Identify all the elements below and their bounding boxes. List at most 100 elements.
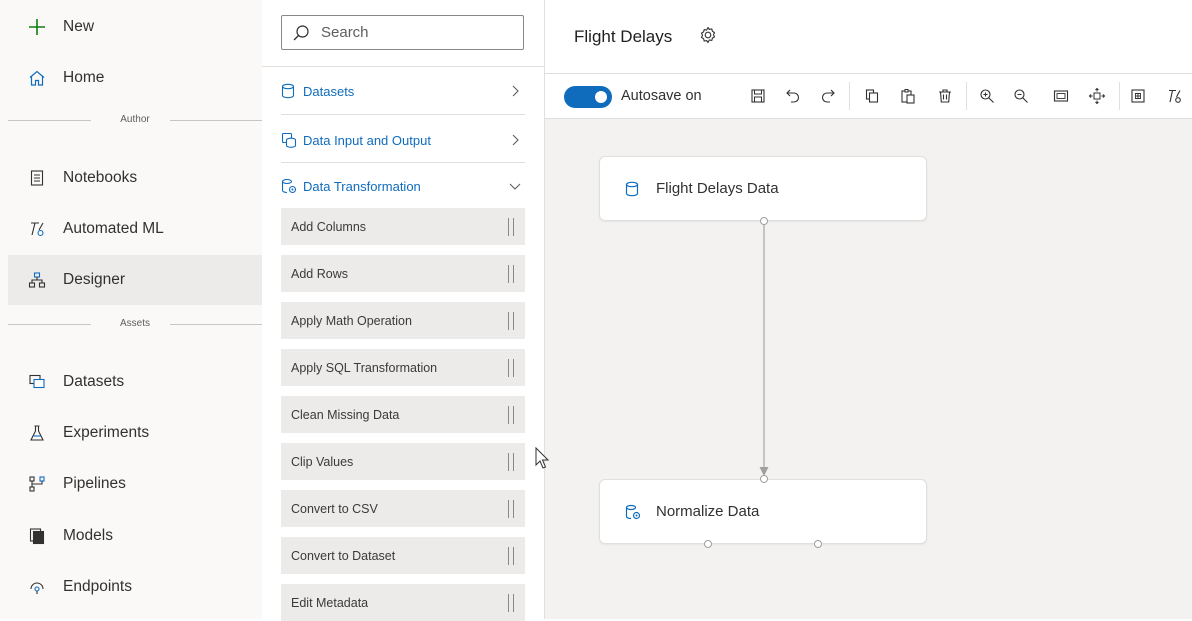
category-data-transformation[interactable]: Data Transformation [281, 171, 524, 201]
module-item[interactable]: Apply SQL Transformation [281, 349, 525, 386]
nav-item-experiments[interactable]: Experiments [8, 408, 262, 458]
drag-handle-icon[interactable] [508, 405, 514, 424]
zoom-in-icon[interactable] [976, 85, 998, 107]
module-item[interactable]: Add Columns [281, 208, 525, 245]
category-label: Data Input and Output [303, 132, 431, 148]
nav-item-label: Endpoints [63, 578, 132, 595]
drag-handle-icon[interactable] [508, 358, 514, 377]
pan-icon[interactable] [1086, 85, 1108, 107]
search-box[interactable] [281, 15, 524, 50]
category-label: Datasets [303, 83, 355, 99]
paste-icon[interactable] [897, 85, 919, 107]
drag-handle-icon[interactable] [508, 546, 514, 565]
module-label: Edit Metadata [291, 595, 369, 610]
toolbar-separator [849, 82, 850, 110]
undo-icon[interactable] [782, 85, 804, 107]
nav-item-datasets[interactable]: Datasets [8, 357, 262, 407]
drag-handle-icon[interactable] [508, 264, 514, 283]
drag-handle-icon[interactable] [508, 311, 514, 330]
pipeline-node[interactable]: Flight Delays Data [599, 156, 927, 221]
save-icon[interactable] [747, 85, 769, 107]
pipeline-header: Flight Delays [545, 0, 1192, 74]
author-section-label: Author [120, 114, 150, 125]
node-label: Flight Delays Data [656, 180, 779, 197]
module-item[interactable]: Clip Values [281, 443, 525, 480]
nav-item-label: Notebooks [63, 169, 138, 186]
toolbar-separator [1119, 82, 1120, 110]
home-icon [26, 67, 48, 89]
canvas-toolbar: Autosave on [545, 74, 1192, 119]
redo-icon[interactable] [817, 85, 839, 107]
module-item[interactable]: Convert to Dataset [281, 537, 525, 574]
nav-item-automated-ml[interactable]: Automated ML [8, 204, 262, 254]
transform-icon [281, 178, 297, 194]
zoom-out-icon[interactable] [1010, 85, 1032, 107]
pipeline-node[interactable]: Normalize Data [599, 479, 927, 544]
nav-item-designer[interactable]: Designer [8, 255, 262, 305]
palette-divider [281, 162, 525, 163]
copy-icon[interactable] [861, 85, 883, 107]
module-item[interactable]: Add Rows [281, 255, 525, 292]
toggle-knob [595, 91, 607, 103]
nav-item-pipelines[interactable]: Pipelines [8, 459, 262, 509]
module-item[interactable]: Edit Metadata [281, 584, 525, 621]
drag-handle-icon[interactable] [508, 499, 514, 518]
output-port[interactable] [760, 217, 768, 225]
pipeline-icon [26, 473, 48, 495]
module-label: Clean Missing Data [291, 407, 400, 422]
module-label: Apply Math Operation [291, 313, 412, 328]
module-label: Apply SQL Transformation [291, 360, 438, 375]
nav-item-endpoints[interactable]: Endpoints [8, 562, 262, 612]
author-section-divider: Author [8, 113, 262, 127]
gear-icon[interactable] [698, 25, 718, 45]
drag-handle-icon[interactable] [508, 217, 514, 236]
nav-item-label: Datasets [63, 373, 125, 390]
fit-to-screen-icon[interactable] [1050, 85, 1072, 107]
module-label: Convert to Dataset [291, 548, 396, 563]
endpoints-icon [26, 576, 48, 598]
database-icon [281, 83, 297, 99]
designer-icon [26, 269, 48, 291]
page-title: Flight Delays [574, 27, 673, 46]
nav-item-home[interactable]: Home [8, 53, 262, 103]
nav-new-button[interactable]: New [8, 2, 262, 52]
drag-handle-icon[interactable] [508, 452, 514, 471]
models-icon [26, 525, 48, 547]
left-navigation: New Home Author Notebooks Automated ML D… [0, 0, 262, 619]
chevron-down-icon [508, 179, 522, 193]
output-port[interactable] [814, 540, 822, 548]
autosave-label: Autosave on [621, 88, 702, 104]
nav-item-label: Automated ML [63, 220, 164, 237]
autosave-toggle[interactable] [564, 86, 612, 108]
drag-handle-icon[interactable] [508, 593, 514, 612]
module-label: Convert to CSV [291, 501, 378, 516]
chevron-right-icon [508, 133, 522, 147]
automl-icon[interactable] [1164, 85, 1186, 107]
plus-icon [26, 16, 48, 38]
nav-item-notebooks[interactable]: Notebooks [8, 153, 262, 203]
nav-item-models[interactable]: Models [8, 511, 262, 561]
nav-item-label: Home [63, 69, 105, 86]
flask-icon [26, 422, 48, 444]
dataset-icon [625, 181, 641, 197]
nav-item-label: Experiments [63, 424, 150, 441]
search-input[interactable] [319, 23, 513, 42]
automl-icon [26, 218, 48, 240]
category-label: Data Transformation [303, 178, 421, 194]
category-datasets[interactable]: Datasets [281, 76, 524, 106]
module-item[interactable]: Convert to CSV [281, 490, 525, 527]
module-label: Add Columns [291, 219, 367, 234]
pipeline-canvas[interactable]: Flight Delays Data Normalize Data [545, 119, 1192, 619]
module-item[interactable]: Clean Missing Data [281, 396, 525, 433]
category-data-input-output[interactable]: Data Input and Output [281, 125, 524, 155]
module-item[interactable]: Apply Math Operation [281, 302, 525, 339]
delete-icon[interactable] [934, 85, 956, 107]
transform-icon [625, 504, 641, 520]
module-label: Clip Values [291, 454, 354, 469]
grid-icon[interactable] [1127, 85, 1149, 107]
output-port[interactable] [704, 540, 712, 548]
module-palette: Datasets Data Input and Output Data Tran… [262, 0, 545, 621]
input-port[interactable] [760, 475, 768, 483]
assets-section-label: Assets [119, 318, 150, 329]
data-io-icon [281, 132, 297, 148]
